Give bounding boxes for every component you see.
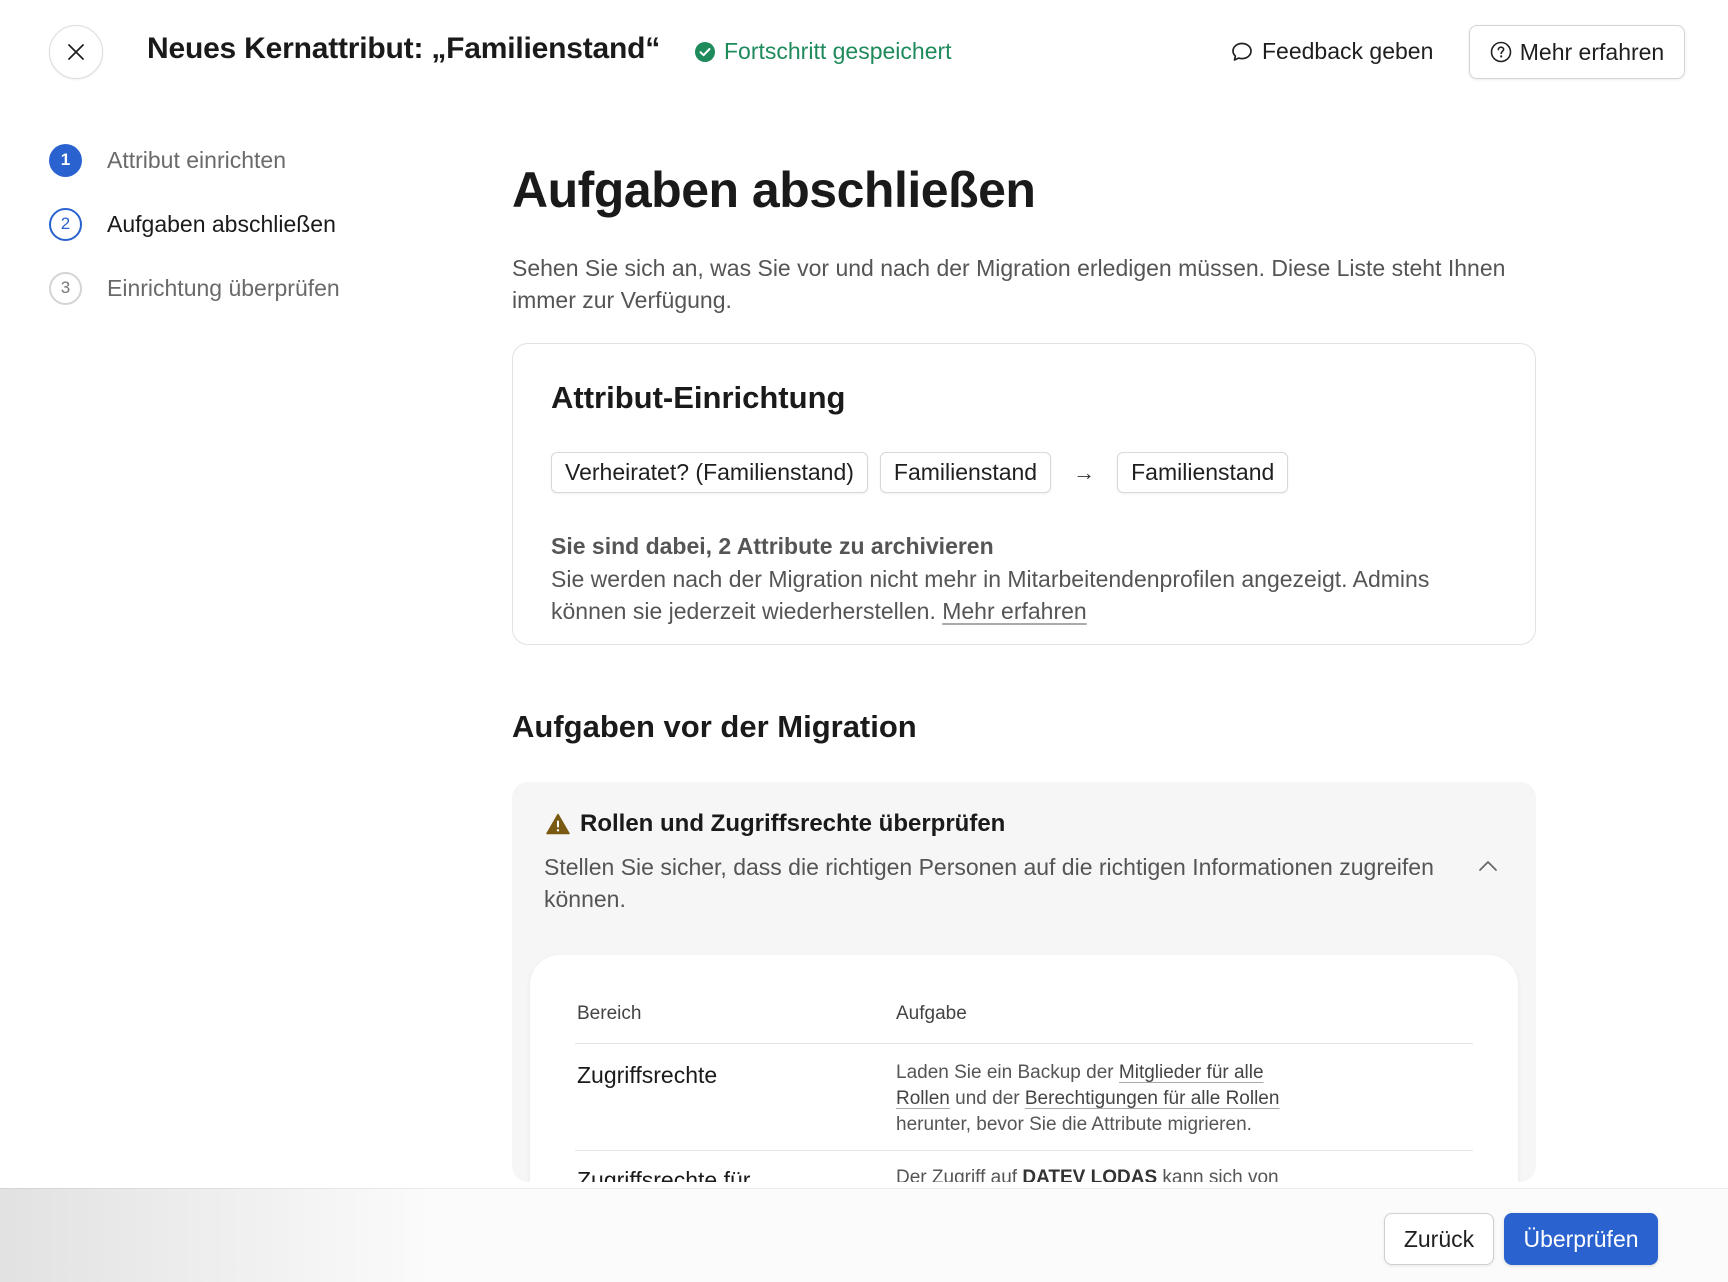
step-number: 1 bbox=[49, 143, 82, 177]
step-label: Aufgaben abschließen bbox=[107, 210, 336, 237]
step-number: 3 bbox=[49, 271, 82, 305]
help-circle-icon bbox=[1490, 41, 1512, 63]
table-row: Zugriffsrechte für Der Zugriff auf DATEV… bbox=[575, 1151, 1473, 1182]
task-table: Bereich Aufgabe Zugriffsrechte Laden Sie… bbox=[530, 955, 1518, 1182]
task-description: Stellen Sie sicher, dass die richtigen P… bbox=[544, 854, 1434, 912]
back-button[interactable]: Zurück bbox=[1384, 1213, 1494, 1265]
stepper: 1 Attribut einrichten 2 Aufgaben abschli… bbox=[49, 143, 340, 335]
warning-icon bbox=[546, 813, 570, 835]
check-circle-icon bbox=[695, 41, 715, 62]
step-label: Einrichtung überprüfen bbox=[107, 274, 340, 301]
step-label: Attribut einrichten bbox=[107, 146, 286, 173]
row-task-text: und der bbox=[949, 1088, 1025, 1109]
row-area: Zugriffsrechte für bbox=[577, 1167, 751, 1182]
saved-status: Fortschritt gespeichert bbox=[694, 38, 952, 65]
row-task-text: herunter, bevor Sie die Attribute migrie… bbox=[896, 1114, 1252, 1135]
pre-migration-heading: Aufgaben vor der Migration bbox=[512, 709, 917, 744]
row-task-text: Der Zugriff auf bbox=[896, 1167, 1023, 1182]
row-task: Der Zugriff auf DATEV LODAS kann sich vo… bbox=[896, 1167, 1473, 1182]
learn-more-label: Mehr erfahren bbox=[1519, 38, 1665, 65]
row-task: Laden Sie ein Backup der Mitglieder für … bbox=[896, 1060, 1306, 1138]
review-button[interactable]: Überprüfen bbox=[1504, 1213, 1658, 1265]
main-content: Aufgaben abschließen Sehen Sie sich an, … bbox=[512, 160, 1536, 1182]
task-header[interactable]: Rollen und Zugriffsrechte überprüfen bbox=[546, 810, 1005, 838]
footer-bar: Zurück Überprüfen bbox=[0, 1188, 1728, 1282]
task-accordion: Rollen und Zugriffsrechte überprüfen Ste… bbox=[512, 782, 1536, 1182]
step-complete-tasks[interactable]: 2 Aufgaben abschließen bbox=[49, 207, 340, 241]
section-heading: Aufgaben abschließen bbox=[512, 162, 1036, 218]
permissions-backup-link[interactable]: Berechtigungen für alle Rollen bbox=[1025, 1088, 1280, 1109]
archive-notice-text: Sie werden nach der Migration nicht mehr… bbox=[551, 563, 1497, 627]
learn-more-link[interactable]: Mehr erfahren bbox=[942, 598, 1086, 624]
table-header: Bereich Aufgabe bbox=[575, 955, 1473, 1044]
close-button[interactable] bbox=[49, 25, 103, 79]
step-review-setup[interactable]: 3 Einrichtung überprüfen bbox=[49, 271, 340, 305]
card-title: Attribut-Einrichtung bbox=[551, 380, 846, 415]
source-attribute-chip: Familienstand bbox=[879, 452, 1052, 493]
column-header-area: Bereich bbox=[577, 1003, 642, 1024]
attribute-mapping: Verheiratet? (Familienstand) Familiensta… bbox=[551, 452, 1497, 493]
row-task-strong: DATEV LODAS bbox=[1022, 1167, 1158, 1182]
collapse-button[interactable] bbox=[1474, 852, 1502, 880]
table-row: Zugriffsrechte Laden Sie ein Backup der … bbox=[575, 1044, 1473, 1151]
archive-notice-title: Sie sind dabei, 2 Attribute zu archivier… bbox=[551, 533, 994, 559]
task-title: Rollen und Zugriffsrechte überprüfen bbox=[580, 810, 1006, 837]
top-bar: Neues Kernattribut: „Familienstand“ Fort… bbox=[0, 0, 1728, 105]
target-attribute-chip: Familienstand bbox=[1117, 452, 1289, 493]
feedback-label: Feedback geben bbox=[1262, 38, 1434, 64]
feedback-button[interactable]: Feedback geben bbox=[1230, 38, 1433, 65]
row-area: Zugriffsrechte bbox=[577, 1062, 718, 1088]
column-header-task: Aufgabe bbox=[896, 1003, 967, 1024]
arrow-right-icon: → bbox=[1073, 459, 1096, 485]
learn-more-button[interactable]: Mehr erfahren bbox=[1469, 25, 1685, 79]
close-icon bbox=[68, 44, 84, 60]
chevron-up-icon bbox=[1479, 861, 1497, 871]
source-attribute-chip: Verheiratet? (Familienstand) bbox=[551, 452, 868, 493]
saved-status-text: Fortschritt gespeichert bbox=[724, 38, 952, 64]
step-attribute-setup[interactable]: 1 Attribut einrichten bbox=[49, 143, 340, 177]
attribute-setup-card: Attribut-Einrichtung Verheiratet? (Famil… bbox=[512, 343, 1536, 645]
speech-bubble-icon bbox=[1232, 42, 1252, 61]
row-task-text: Laden Sie ein Backup der bbox=[896, 1062, 1119, 1083]
step-number: 2 bbox=[49, 207, 82, 241]
row-task-text: kann sich von bbox=[1157, 1167, 1279, 1182]
section-description: Sehen Sie sich an, was Sie vor und nach … bbox=[512, 255, 1506, 313]
page-title: Neues Kernattribut: „Familienstand“ bbox=[147, 32, 661, 65]
